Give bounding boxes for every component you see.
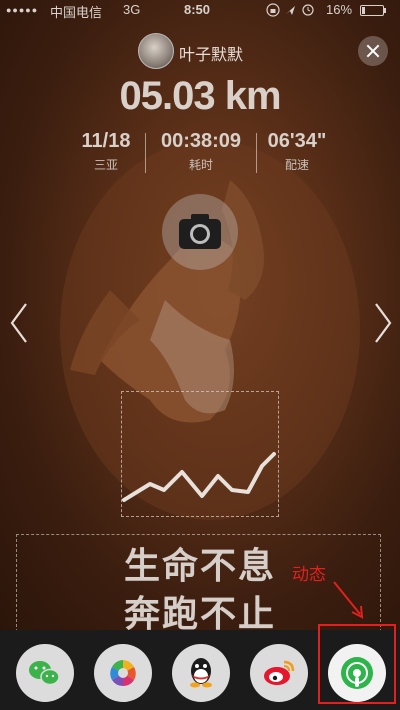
stat-divider bbox=[256, 133, 257, 173]
stat-duration: 00:38:09 耗时 bbox=[152, 130, 250, 173]
network-type: 3G bbox=[123, 2, 141, 17]
previous-arrow-icon[interactable] bbox=[4, 300, 34, 346]
stat-date: 11/18 三亚 bbox=[73, 130, 139, 173]
stat-duration-value: 00:38:09 bbox=[160, 130, 242, 152]
status-icons bbox=[266, 3, 318, 17]
camera-button[interactable] bbox=[162, 194, 238, 270]
stat-divider bbox=[145, 133, 146, 173]
stat-pace: 06'34" 配速 bbox=[262, 130, 332, 173]
annotation-label: 动态 bbox=[292, 565, 326, 584]
share-qq-button[interactable] bbox=[172, 644, 230, 702]
stat-date-location: 三亚 bbox=[93, 158, 118, 172]
stat-pace-label: 配速 bbox=[284, 158, 309, 172]
stat-pace-value: 06'34" bbox=[267, 130, 327, 152]
battery-icon bbox=[360, 5, 386, 16]
lock-location-alarm-icon bbox=[266, 3, 314, 17]
share-moments-button[interactable] bbox=[94, 644, 152, 702]
weibo-icon bbox=[264, 660, 295, 685]
share-wechat-button[interactable] bbox=[16, 644, 74, 702]
stat-date-value: 11/18 bbox=[81, 130, 131, 152]
wechat-icon bbox=[29, 661, 60, 686]
stat-duration-label: 耗时 bbox=[188, 158, 213, 172]
status-bar: ●●●●● 中国电信 3G 8:50 16% bbox=[0, 0, 400, 20]
clock: 8:50 bbox=[184, 2, 211, 17]
run-distance: 05.03 km bbox=[119, 74, 281, 118]
route-chart-frame[interactable] bbox=[121, 391, 279, 517]
share-weibo-button[interactable] bbox=[250, 644, 308, 702]
next-arrow-icon[interactable] bbox=[368, 300, 398, 346]
moments-icon bbox=[110, 660, 136, 687]
avatar[interactable] bbox=[138, 33, 174, 69]
route-line-graphic bbox=[122, 452, 276, 502]
close-button[interactable] bbox=[358, 36, 388, 66]
qq-icon bbox=[190, 658, 212, 688]
carrier-name: 中国电信 bbox=[50, 5, 103, 20]
camera-icon bbox=[179, 214, 221, 249]
username: 叶子默默 bbox=[179, 47, 244, 64]
signal-strength-icon: ●●●●● bbox=[6, 5, 39, 15]
battery-percent: 16% bbox=[326, 2, 353, 17]
annotation-arrow-icon bbox=[333, 581, 364, 619]
feed-highlight-frame bbox=[318, 624, 396, 704]
